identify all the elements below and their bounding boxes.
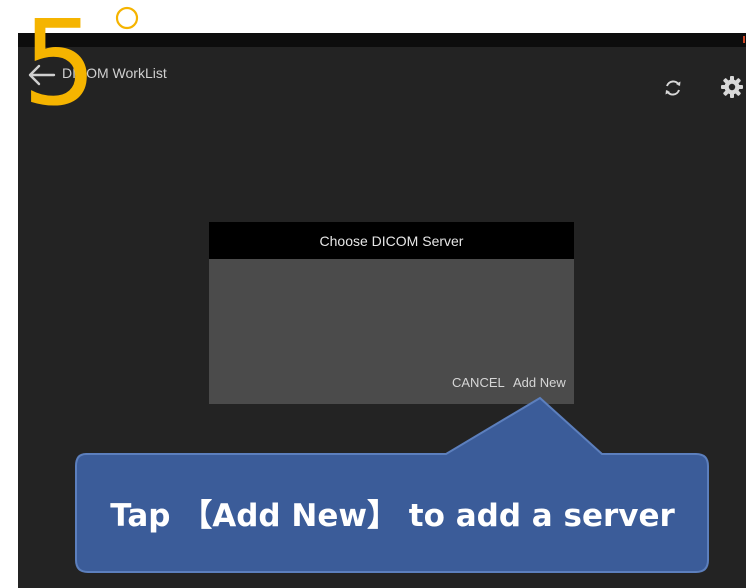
cancel-button[interactable]: CANCEL xyxy=(452,375,505,390)
sync-icon xyxy=(665,80,681,96)
step-number: 5 xyxy=(22,0,98,132)
dialog-title: Choose DICOM Server xyxy=(209,222,574,259)
settings-button[interactable] xyxy=(720,75,744,99)
status-bar xyxy=(18,33,746,47)
add-new-button[interactable]: Add New xyxy=(513,375,566,390)
refresh-button[interactable] xyxy=(662,77,684,99)
callout-text: Tap 【Add New】 to add a server xyxy=(110,498,675,534)
choose-server-dialog: Choose DICOM Server CANCEL Add New xyxy=(209,222,574,404)
status-indicator xyxy=(743,36,745,43)
gear-icon xyxy=(721,76,743,98)
step-degree-mark xyxy=(115,6,139,30)
